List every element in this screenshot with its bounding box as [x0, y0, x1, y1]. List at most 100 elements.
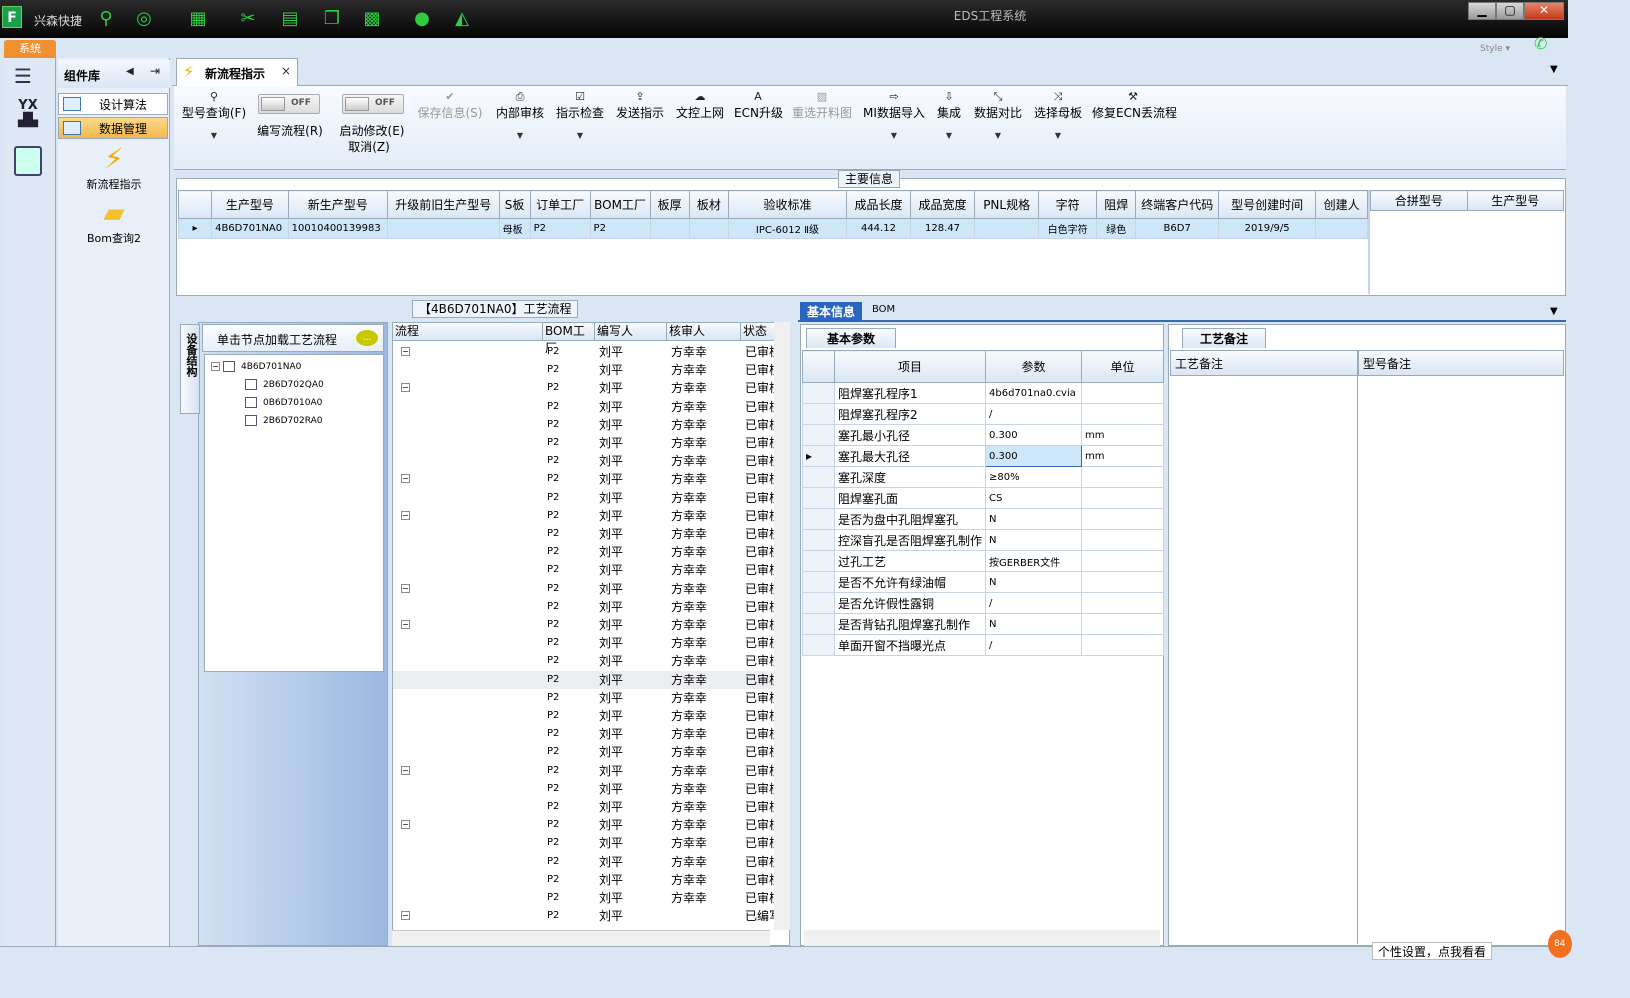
main-cell[interactable] — [1315, 218, 1368, 239]
collapse-icon[interactable]: − — [401, 820, 410, 830]
main-cell[interactable] — [974, 218, 1040, 239]
flow-row[interactable]: 沉金P2刘平方幸幸已审核 — [393, 871, 779, 889]
flow-row[interactable]: −图形电镀P2刘平方幸幸已审核 — [393, 470, 779, 488]
reviewer-column-header[interactable]: 核审人 — [667, 323, 741, 341]
flow-row[interactable]: 碱性蚀刻P2刘平方幸幸已审核 — [393, 543, 779, 561]
library-item-data-management[interactable]: 数据管理 — [58, 117, 168, 139]
flow-row[interactable]: −电子测试P2刘平已编写 — [393, 907, 779, 925]
flow-row[interactable]: 丝印P2刘平方幸幸已审核 — [393, 689, 779, 707]
factory-icon[interactable]: YX ▟▙ — [10, 98, 46, 134]
merge-model-column[interactable]: 合拼型号 — [1370, 190, 1468, 211]
param-row[interactable]: 塞孔最小孔径 0.300 mm — [802, 424, 1165, 446]
main-cell[interactable]: P2 — [589, 218, 651, 239]
main-cell[interactable]: 444.12 — [845, 218, 912, 239]
vertical-scrollbar[interactable] — [774, 322, 790, 930]
model-notes-column[interactable]: 型号备注 — [1358, 350, 1564, 376]
param-row[interactable]: 阻焊塞孔程序1 4b6d701na0.cvia — [802, 382, 1165, 404]
fix-ecn-lost-flow-button[interactable]: ⚒ 修复ECN丢流程 — [1092, 90, 1177, 121]
flow-row[interactable]: 终固化P2刘平方幸幸已审核 — [393, 798, 779, 816]
param-value[interactable]: / — [985, 634, 1083, 656]
main-cell[interactable]: 2019/9/5 — [1218, 218, 1317, 239]
personal-settings-popup[interactable]: 个性设置，点我看看 — [1372, 942, 1492, 960]
system-tab[interactable]: 系统 — [4, 40, 56, 58]
chart-icon[interactable]: ◭ — [450, 8, 474, 30]
param-row[interactable]: 过孔工艺 按GERBER文件 — [802, 550, 1165, 572]
tab-basic-info[interactable]: 基本信息 — [800, 302, 862, 322]
flow-row[interactable]: 喷砂P2刘平方幸幸已审核 — [393, 834, 779, 852]
collapse-icon[interactable]: − — [401, 474, 410, 484]
main-column-header[interactable]: 板厚 — [649, 190, 690, 219]
flow-row[interactable]: 板边包胶P2刘平方幸幸已审核 — [393, 853, 779, 871]
tree-node-child[interactable]: 2B6D702RA0 — [245, 413, 323, 429]
flow-row[interactable]: −外层干膜P2刘平方幸幸已审核 — [393, 379, 779, 397]
main-cell[interactable] — [649, 218, 690, 239]
process-flow-grid[interactable]: 流程 BOM工厂 编写人 核审人 状态 −电镀P2刘平方幸幸已审核板镀P2刘平方… — [392, 322, 790, 946]
param-value[interactable]: 0.300 — [985, 424, 1083, 446]
param-value[interactable]: 按GERBER文件 — [985, 550, 1083, 572]
flow-row[interactable]: −外层蚀刻P2刘平方幸幸已审核 — [393, 507, 779, 525]
flow-row[interactable]: 板镀P2刘平方幸幸已审核 — [393, 361, 779, 379]
writer-column-header[interactable]: 编写人 — [595, 323, 667, 341]
model-query-button[interactable]: ⚲ 型号查询(F) ▼ — [180, 90, 248, 140]
main-cell[interactable] — [688, 218, 730, 239]
tree-node-child[interactable]: 0B6D7010A0 — [245, 395, 322, 411]
main-cell[interactable]: P2 — [529, 218, 591, 239]
node-checkbox[interactable] — [245, 397, 257, 408]
phone-icon[interactable]: ✆ — [1534, 34, 1547, 53]
minimize-button[interactable]: ▁ — [1468, 2, 1496, 20]
apps-grid-icon[interactable]: ▩ — [360, 8, 384, 30]
param-row[interactable]: 是否为盘中孔阻焊塞孔 N — [802, 508, 1165, 530]
param-value[interactable]: N — [985, 508, 1083, 530]
flow-row[interactable]: 外层前处理P2刘平方幸幸已审核 — [393, 398, 779, 416]
main-column-header[interactable]: 成品宽度 — [909, 190, 976, 219]
node-checkbox[interactable] — [245, 379, 257, 390]
calculator-icon[interactable] — [14, 146, 42, 176]
main-column-header[interactable]: PNL规格 — [974, 190, 1040, 219]
maximize-button[interactable]: ▢ — [1496, 2, 1524, 20]
main-column-header[interactable]: BOM工厂 — [589, 190, 651, 219]
param-row[interactable]: 控深盲孔是否阻焊塞孔制作 N — [802, 529, 1165, 551]
main-column-header[interactable]: 成品长度 — [845, 190, 912, 219]
integration-button[interactable]: ⇩ 集成 ▼ — [932, 90, 966, 140]
main-cell[interactable]: B6D7 — [1135, 218, 1220, 239]
main-column-header[interactable]: 验收标准 — [728, 190, 847, 219]
write-flow-toggle[interactable]: OFF — [258, 94, 320, 114]
collapse-icon[interactable]: − — [401, 583, 410, 593]
flow-row[interactable]: −字符P2刘平方幸幸已审核 — [393, 762, 779, 780]
param-column-header[interactable]: 参数 — [985, 350, 1083, 383]
main-column-header[interactable]: S板 — [498, 190, 531, 219]
main-cell[interactable] — [386, 218, 500, 239]
film-icon[interactable]: ▤ — [278, 8, 302, 30]
select-mother-board-button[interactable]: ⤨ 选择母板 ▼ — [1032, 90, 1084, 140]
collapse-icon[interactable]: − — [401, 347, 410, 356]
collapse-icon[interactable]: − — [401, 765, 410, 775]
flow-row[interactable]: −AOIP2刘平方幸幸已审核 — [393, 580, 779, 598]
instruction-check-button[interactable]: ☑ 指示检查 ▼ — [554, 90, 606, 140]
bom-factory-column-header[interactable]: BOM工厂 — [543, 323, 595, 355]
collapse-left-icon[interactable]: ◀ — [126, 66, 134, 77]
process-notes-column[interactable]: 工艺备注 — [1170, 350, 1358, 376]
globe-icon[interactable]: ◎ — [132, 8, 156, 30]
param-row[interactable]: 是否允许假性露铜 / — [802, 592, 1165, 614]
param-value[interactable]: ≥80% — [985, 466, 1083, 488]
flow-row[interactable]: −电镀P2刘平方幸幸已审核 — [393, 343, 779, 361]
close-window-button[interactable]: ✕ — [1524, 2, 1564, 20]
main-info-table[interactable]: 生产型号 新生产型号 升级前旧生产型号 S板 订单工厂 BOM工厂 板厚 板材 验收标准 成品长度… — [177, 190, 1368, 297]
node-checkbox[interactable] — [223, 361, 235, 372]
flow-row[interactable]: 水洗烘干P2刘平方幸幸已审核 — [393, 889, 779, 907]
param-row[interactable]: 是否不允许有绿油帽 N — [802, 571, 1165, 593]
send-instruction-button[interactable]: ⇪ 发送指示 — [614, 90, 666, 121]
notification-badge[interactable]: 84 — [1548, 930, 1572, 958]
save-info-button[interactable]: ✔ 保存信息(S) — [416, 90, 484, 121]
param-value[interactable]: 4b6d701na0.cvia — [985, 382, 1083, 404]
data-compare-button[interactable]: ⤡ 数据对比 ▼ — [972, 90, 1024, 140]
collapse-icon[interactable]: − — [211, 362, 220, 371]
vertical-splitter[interactable] — [1368, 190, 1370, 294]
copy-icon[interactable]: ❐ — [320, 8, 344, 30]
cancel-label[interactable]: 取消(Z) — [334, 138, 404, 155]
flow-row[interactable]: 字符P2刘平方幸幸已审核 — [393, 780, 779, 798]
main-cell[interactable]: 4B6D701NA0 — [211, 218, 289, 239]
structure-vertical-tab[interactable]: 设备结构 — [180, 324, 200, 414]
main-column-header[interactable]: 型号创建时间 — [1218, 190, 1317, 219]
main-cell[interactable]: 128.47 — [909, 218, 976, 239]
